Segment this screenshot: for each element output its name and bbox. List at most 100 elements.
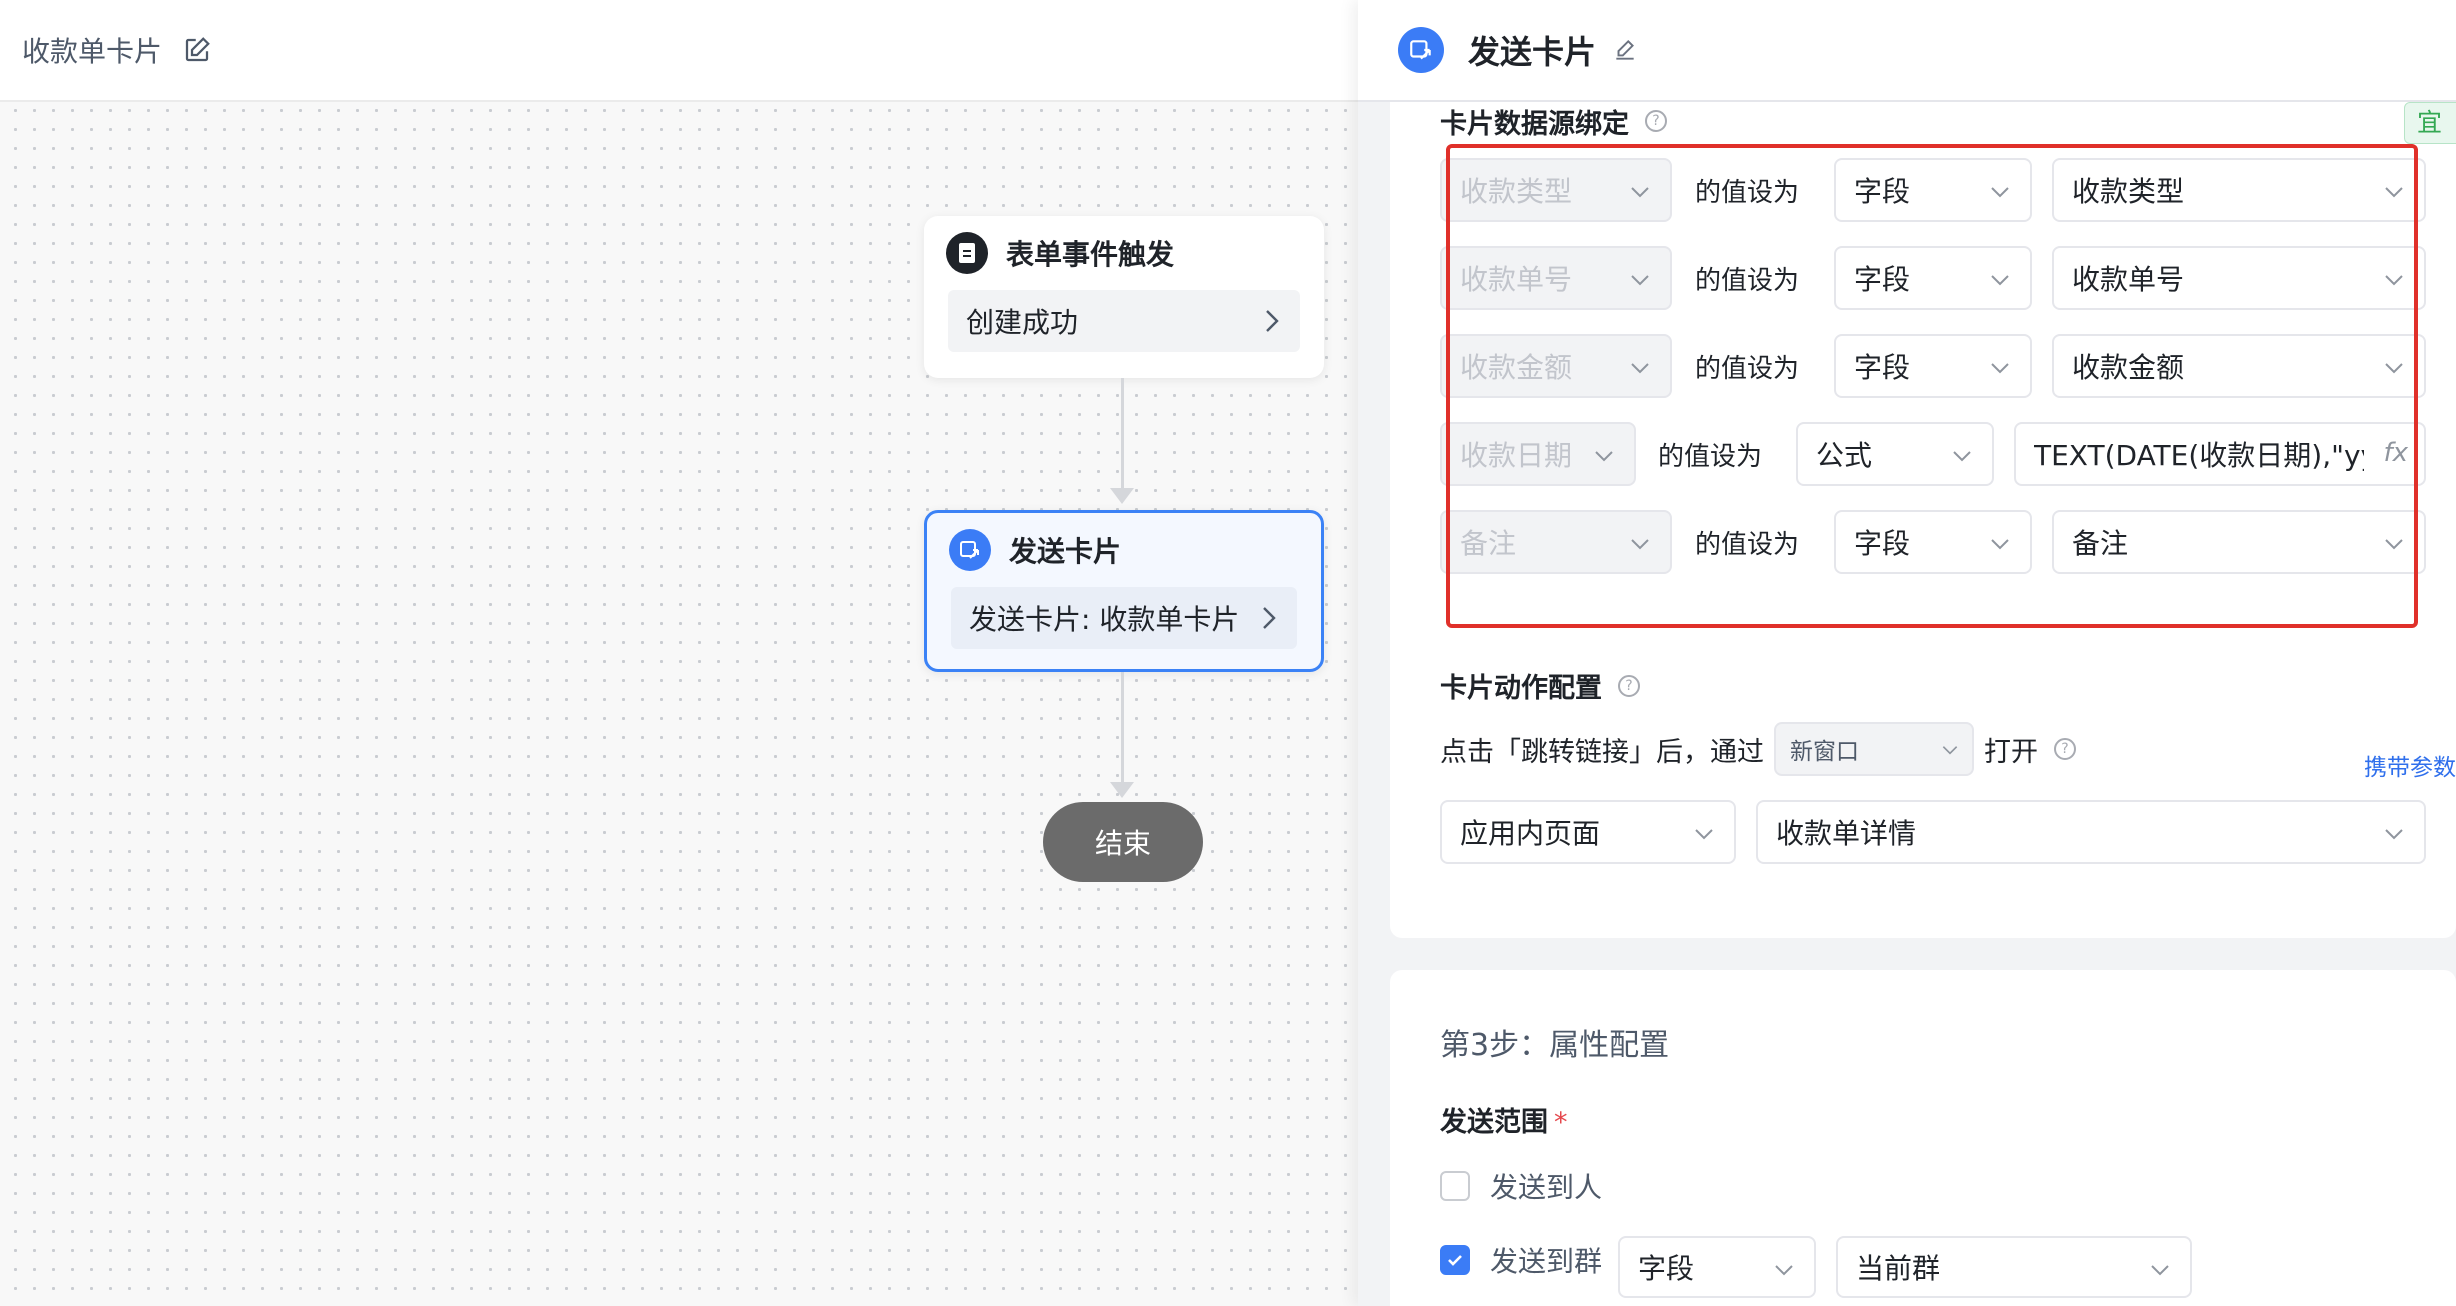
panel-title: 发送卡片 [1468, 33, 1597, 71]
binding-row: 收款单号 的值设为 字段 收款单号 [1390, 246, 2456, 310]
property-config-section: 第3步：属性配置 发送范围 * 发送到人 发送到群 字段 当前群 [1390, 970, 2456, 1306]
chevron-down-icon [2385, 539, 2403, 550]
chevron-down-icon [1595, 451, 1613, 462]
set-label: 的值设为 [1695, 177, 1800, 208]
binding-target-value: 收款金额 [1460, 351, 1573, 384]
group-type-select[interactable]: 字段 [1618, 1236, 1816, 1298]
chevron-down-icon [1953, 451, 1971, 462]
side-tag[interactable]: 宜搭 [2404, 102, 2456, 144]
binding-target-select: 收款类型 [1440, 158, 1672, 222]
chevron-down-icon [1991, 187, 2009, 198]
chevron-down-icon [1942, 746, 1958, 755]
panel-header: 发送卡片 [1358, 0, 2456, 102]
end-node[interactable]: 结束 [1043, 802, 1203, 882]
chevron-down-icon [2385, 187, 2403, 198]
binding-type-value: 字段 [1854, 527, 1911, 560]
checkbox[interactable] [1440, 1171, 1470, 1201]
group-value-text: 当前群 [1856, 1252, 1941, 1285]
trigger-node[interactable]: 表单事件触发 创建成功 [924, 216, 1324, 378]
set-label: 的值设为 [1695, 529, 1800, 560]
send-to-group-label: 发送到群 [1490, 1245, 1603, 1278]
send-card-icon [1398, 27, 1444, 73]
group-type-value: 字段 [1638, 1252, 1695, 1285]
binding-value-select[interactable]: 收款金额 [2052, 334, 2426, 398]
chevron-down-icon [2385, 829, 2403, 840]
chevron-down-icon [1991, 275, 2009, 286]
fx-icon[interactable]: fx [2383, 438, 2408, 468]
connector-line [1121, 378, 1124, 490]
binding-type-value: 字段 [1854, 351, 1911, 384]
set-label: 的值设为 [1695, 265, 1800, 296]
page-select-row: 应用内页面 收款单详情 [1390, 800, 2456, 864]
set-label: 的值设为 [1695, 353, 1800, 384]
connector-arrow [1110, 782, 1134, 798]
send-node-detail[interactable]: 发送卡片: 收款单卡片 [951, 587, 1297, 649]
chevron-right-icon [1263, 607, 1276, 629]
binding-type-select[interactable]: 字段 [1834, 246, 2032, 310]
binding-value-text: 收款类型 [2072, 175, 2185, 208]
data-binding-title-text: 卡片数据源绑定 [1440, 108, 1629, 140]
action-sentence: 点击「跳转链接」后，通过 新窗口 打开 ? [1440, 722, 2076, 776]
binding-target-value: 收款单号 [1460, 263, 1573, 296]
send-node-detail-text: 发送卡片: 收款单卡片 [969, 603, 1240, 636]
checkbox-checked[interactable] [1440, 1245, 1470, 1275]
binding-type-select[interactable]: 字段 [1834, 334, 2032, 398]
binding-type-value: 字段 [1854, 263, 1911, 296]
binding-row: 收款类型 的值设为 字段 收款类型 [1390, 158, 2456, 222]
send-to-person-option[interactable]: 发送到人 [1440, 1166, 1602, 1206]
page-type-value: 应用内页面 [1460, 817, 1601, 850]
trigger-node-title: 表单事件触发 [1006, 238, 1175, 271]
help-icon[interactable]: ? [1645, 110, 1667, 132]
action-config-title: 卡片动作配置 ? [1440, 666, 1640, 705]
pencil-icon[interactable] [1612, 37, 1638, 63]
formula-input[interactable]: TEXT(DATE(收款日期),"yyyy fx [2014, 422, 2426, 486]
step3-title: 第3步：属性配置 [1440, 1028, 1670, 1063]
binding-type-select[interactable]: 公式 [1796, 422, 1994, 486]
send-node-title: 发送卡片 [1009, 535, 1122, 568]
send-to-person-label: 发送到人 [1490, 1171, 1603, 1204]
binding-target-value: 收款日期 [1460, 439, 1573, 472]
send-range-label-text: 发送范围 [1440, 1107, 1548, 1138]
action-config-title-text: 卡片动作配置 [1440, 673, 1602, 704]
chevron-down-icon [1631, 187, 1649, 198]
chevron-down-icon [1631, 275, 1649, 286]
binding-type-value: 字段 [1854, 175, 1911, 208]
binding-value-select[interactable]: 备注 [2052, 510, 2426, 574]
flow-canvas[interactable]: 收款单卡片 表单事件触发 创建成功 发送卡片 发送卡片: 收款单卡片 结束 [0, 0, 1358, 1306]
help-icon[interactable]: ? [1618, 674, 1640, 697]
page-type-select[interactable]: 应用内页面 [1440, 800, 1736, 864]
chevron-down-icon [1695, 829, 1713, 840]
binding-type-select[interactable]: 字段 [1834, 158, 2032, 222]
binding-target-value: 收款类型 [1460, 175, 1573, 208]
binding-value-text: 收款金额 [2072, 351, 2185, 384]
binding-target-select: 收款金额 [1440, 334, 1672, 398]
trigger-node-detail-text: 创建成功 [966, 306, 1079, 339]
data-binding-title: 卡片数据源绑定 ? [1440, 102, 1667, 140]
carry-params-link[interactable]: 携带参数 [2364, 748, 2456, 782]
chevron-down-icon [1775, 1265, 1793, 1276]
help-icon[interactable]: ? [2054, 738, 2076, 760]
trigger-node-detail[interactable]: 创建成功 [948, 290, 1300, 352]
binding-type-select[interactable]: 字段 [1834, 510, 2032, 574]
form-doc-icon [946, 232, 988, 274]
binding-value-select[interactable]: 收款单号 [2052, 246, 2426, 310]
binding-row: 备注 的值设为 字段 备注 [1390, 510, 2456, 574]
page-value-select[interactable]: 收款单详情 [1756, 800, 2426, 864]
open-mode-select[interactable]: 新窗口 [1774, 722, 1974, 776]
binding-value-select[interactable]: 收款类型 [2052, 158, 2426, 222]
binding-row: 收款日期 的值设为 公式 TEXT(DATE(收款日期),"yyyy fx [1390, 422, 2456, 486]
send-card-node[interactable]: 发送卡片 发送卡片: 收款单卡片 [924, 510, 1324, 672]
send-card-icon [949, 529, 991, 571]
connector-line [1121, 672, 1124, 784]
chevron-down-icon [2385, 363, 2403, 374]
edit-icon[interactable] [182, 35, 212, 65]
group-value-select[interactable]: 当前群 [1836, 1236, 2192, 1298]
binding-target-select: 备注 [1440, 510, 1672, 574]
binding-target-select: 收款单号 [1440, 246, 1672, 310]
binding-type-value: 公式 [1816, 439, 1873, 472]
formula-text: TEXT(DATE(收款日期),"yyyy [2034, 439, 2364, 472]
binding-value-text: 收款单号 [2072, 263, 2185, 296]
send-to-group-option[interactable]: 发送到群 [1440, 1240, 1602, 1280]
action-sentence-suffix: 打开 [1984, 736, 2038, 768]
open-mode-value: 新窗口 [1790, 739, 1859, 765]
